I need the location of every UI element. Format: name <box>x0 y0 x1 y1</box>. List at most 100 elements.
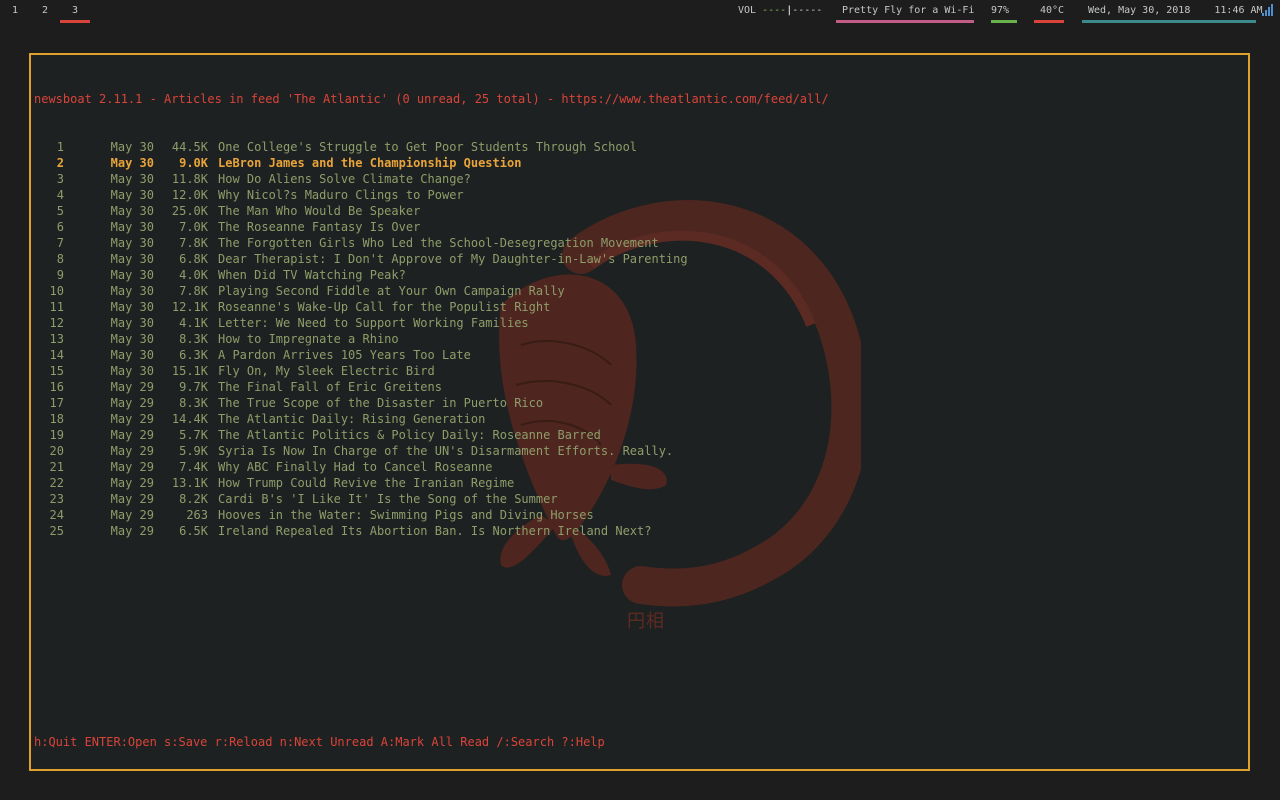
article-row[interactable]: 15 May 30 15.1K Fly On, My Sleek Electric B… <box>34 363 829 379</box>
article-date: May 30 <box>110 156 154 170</box>
article-title: Cardi B's 'I Like It' Is the Song of the… <box>218 492 558 506</box>
article-title: The Atlantic Politics & Policy Daily: Ro… <box>218 428 601 442</box>
article-title: The Final Fall of Eric Greitens <box>218 380 442 394</box>
article-date: May 30 <box>110 268 154 282</box>
article-row[interactable]: 13 May 30 8.3K How to Impregnate a Rhino <box>34 331 829 347</box>
article-title: The Atlantic Daily: Rising Generation <box>218 412 486 426</box>
article-date: May 30 <box>110 252 154 266</box>
keybinding-help: h:Quit ENTER:Open s:Save r:Reload n:Next… <box>34 735 605 749</box>
article-row[interactable]: 25 May 29 6.5K Ireland Repealed Its Abortio… <box>34 523 829 539</box>
article-size: 4.1K <box>179 316 208 330</box>
article-number: 2 <box>56 156 64 170</box>
clock[interactable]: Wed, May 30, 2018 11:46 AM <box>1082 5 1263 23</box>
workspace-label: 3 <box>72 5 79 16</box>
article-size: 7.0K <box>179 220 208 234</box>
article-number: 23 <box>49 492 64 506</box>
article-list: newsboat 2.11.1 - Articles in feed 'The … <box>34 59 829 539</box>
article-row[interactable]: 7 May 30 7.8K The Forgotten Girls Who Led t… <box>34 235 829 251</box>
article-date: May 29 <box>110 444 154 458</box>
article-size: 14.4K <box>171 412 208 426</box>
wifi-indicator[interactable]: Pretty Fly for a Wi-Fi <box>836 5 974 23</box>
article-title: A Pardon Arrives 105 Years Too Late <box>218 348 471 362</box>
article-title: One College's Struggle to Get Poor Stude… <box>218 140 638 154</box>
article-title: Ireland Repealed Its Abortion Ban. Is No… <box>218 524 652 538</box>
article-number: 25 <box>49 524 64 538</box>
article-row[interactable]: 22 May 29 13.1K How Trump Could Revive the … <box>34 475 829 491</box>
wallpaper-caption: 円相 <box>627 611 665 632</box>
article-number: 1 <box>56 140 64 154</box>
article-size: 6.8K <box>179 252 208 266</box>
article-number: 15 <box>49 364 64 378</box>
workspace-1[interactable]: 1 <box>12 5 42 16</box>
date-text: Wed, May 30, 2018 <box>1088 5 1191 16</box>
article-row[interactable]: 16 May 29 9.7K The Final Fall of Eric Greit… <box>34 379 829 395</box>
article-size: 44.5K <box>171 140 208 154</box>
volume-indicator[interactable]: VOL ----|----- <box>738 5 822 16</box>
article-row[interactable]: 3 May 30 11.8K How Do Aliens Solve Climate … <box>34 171 829 187</box>
article-title: The Forgotten Girls Who Led the School-D… <box>218 236 659 250</box>
article-row[interactable]: 21 May 29 7.4K Why ABC Finally Had to Cance… <box>34 459 829 475</box>
article-row[interactable]: 11 May 30 12.1K Roseanne's Wake-Up Call for… <box>34 299 829 315</box>
article-row[interactable]: 2 May 30 9.0K LeBron James and the Champion… <box>34 155 829 171</box>
article-row[interactable]: 8 May 30 6.8K Dear Therapist: I Don't Appro… <box>34 251 829 267</box>
article-row[interactable]: 20 May 29 5.9K Syria Is Now In Charge of th… <box>34 443 829 459</box>
article-date: May 30 <box>110 172 154 186</box>
article-number: 19 <box>49 428 64 442</box>
article-date: May 30 <box>110 332 154 346</box>
article-date: May 30 <box>110 220 154 234</box>
article-size: 7.4K <box>179 460 208 474</box>
article-row[interactable]: 19 May 29 5.7K The Atlantic Politics & Poli… <box>34 427 829 443</box>
article-size: 8.3K <box>179 332 208 346</box>
workspace-3[interactable]: 3 <box>60 5 102 23</box>
article-size: 4.0K <box>179 268 208 282</box>
article-date: May 30 <box>110 140 154 154</box>
article-row[interactable]: 12 May 30 4.1K Letter: We Need to Support W… <box>34 315 829 331</box>
article-number: 10 <box>49 284 64 298</box>
article-title: Syria Is Now In Charge of the UN's Disar… <box>218 444 674 458</box>
workspace-label: 1 <box>12 5 19 16</box>
terminal-window[interactable]: 円相 newsboat 2.11.1 - Articles in feed 'T… <box>29 53 1250 771</box>
article-number: 24 <box>49 508 64 522</box>
article-row[interactable]: 1 May 30 44.5K One College's Struggle to Ge… <box>34 139 829 155</box>
article-row[interactable]: 14 May 30 6.3K A Pardon Arrives 105 Years T… <box>34 347 829 363</box>
article-date: May 30 <box>110 204 154 218</box>
feed-header: newsboat 2.11.1 - Articles in feed 'The … <box>34 92 829 106</box>
article-title: Why Nicol?s Maduro Clings to Power <box>218 188 464 202</box>
article-title: The Roseanne Fantasy Is Over <box>218 220 421 234</box>
volume-bar[interactable]: ----|----- <box>762 5 822 16</box>
article-row[interactable]: 24 May 29 263 Hooves in the Water: Swimming… <box>34 507 829 523</box>
article-number: 20 <box>49 444 64 458</box>
article-date: May 29 <box>110 492 154 506</box>
article-title: Hooves in the Water: Swimming Pigs and D… <box>218 508 594 522</box>
article-size: 13.1K <box>171 476 208 490</box>
article-date: May 30 <box>110 284 154 298</box>
article-date: May 29 <box>110 524 154 538</box>
article-number: 12 <box>49 316 64 330</box>
article-row[interactable]: 10 May 30 7.8K Playing Second Fiddle at You… <box>34 283 829 299</box>
article-number: 11 <box>49 300 64 314</box>
article-size: 5.7K <box>179 428 208 442</box>
article-size: 7.8K <box>179 284 208 298</box>
article-title: The True Scope of the Disaster in Puerto… <box>218 396 544 410</box>
article-row[interactable]: 17 May 29 8.3K The True Scope of the Disast… <box>34 395 829 411</box>
signal-strength-icon[interactable] <box>1262 4 1274 16</box>
article-row[interactable]: 4 May 30 12.0K Why Nicol?s Maduro Clings to… <box>34 187 829 203</box>
article-date: May 29 <box>110 396 154 410</box>
article-date: May 29 <box>110 412 154 426</box>
article-size: 5.9K <box>179 444 208 458</box>
time-text: 11:46 AM <box>1214 5 1263 16</box>
article-title: How Trump Could Revive the Iranian Regim… <box>218 476 515 490</box>
article-date: May 30 <box>110 348 154 362</box>
article-row[interactable]: 9 May 30 4.0K When Did TV Watching Peak? <box>34 267 829 283</box>
article-row[interactable]: 5 May 30 25.0K The Man Who Would Be Speaker <box>34 203 829 219</box>
article-row[interactable]: 18 May 29 14.4K The Atlantic Daily: Rising … <box>34 411 829 427</box>
article-size: 8.2K <box>179 492 208 506</box>
article-size: 9.7K <box>179 380 208 394</box>
article-title: How to Impregnate a Rhino <box>218 332 399 346</box>
article-number: 5 <box>56 204 64 218</box>
article-row[interactable]: 23 May 29 8.2K Cardi B's 'I Like It' Is the… <box>34 491 829 507</box>
article-row[interactable]: 6 May 30 7.0K The Roseanne Fantasy Is Over <box>34 219 829 235</box>
article-size: 11.8K <box>171 172 208 186</box>
article-title: When Did TV Watching Peak? <box>218 268 406 282</box>
workspace-2[interactable]: 2 <box>42 5 72 16</box>
